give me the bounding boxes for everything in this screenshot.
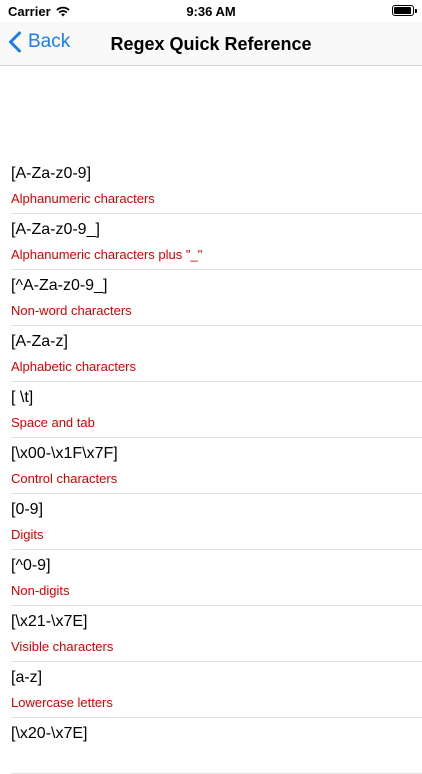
battery-icon <box>392 5 417 16</box>
regex-description: Alphanumeric characters <box>11 191 155 206</box>
regex-pattern: [0-9] <box>11 501 44 518</box>
regex-pattern: [a-z] <box>11 669 43 686</box>
list-item[interactable]: [0-9] Digits <box>0 494 422 550</box>
page-title: Regex Quick Reference <box>110 34 312 54</box>
navigation-bar: Back Regex Quick Reference <box>0 22 422 66</box>
regex-description: Digits <box>11 527 44 542</box>
list-item[interactable]: [a-z] Lowercase letters <box>0 662 422 718</box>
regex-pattern: [A-Za-z0-9] <box>11 165 92 182</box>
regex-pattern: [^0-9] <box>11 557 51 574</box>
regex-pattern: [\x20-\x7E] <box>11 725 88 742</box>
regex-description: Alphabetic characters <box>11 359 137 374</box>
regex-pattern: [\x00-\x1F\x7F] <box>11 445 118 462</box>
regex-description: Non-word characters <box>11 303 132 318</box>
regex-description: Lowercase letters <box>11 695 113 710</box>
list-item[interactable]: [ \t] Space and tab <box>0 382 422 438</box>
list-item[interactable]: [\x21-\x7E] Visible characters <box>0 606 422 662</box>
list-item[interactable]: [\x20-\x7E] <box>0 718 422 774</box>
regex-description: Alphanumeric characters plus "_" <box>11 247 203 262</box>
list-item[interactable]: [\x00-\x1F\x7F] Control characters <box>0 438 422 494</box>
status-bar: Carrier 9:36 AM <box>0 0 422 22</box>
list-item[interactable]: [A-Za-z0-9] Alphanumeric characters <box>0 158 422 214</box>
regex-description: Non-digits <box>11 583 70 598</box>
regex-description: Space and tab <box>11 415 95 430</box>
clock: 9:36 AM <box>186 4 236 19</box>
list-item[interactable]: [A-Za-z0-9_] Alphanumeric characters plus… <box>0 214 422 270</box>
list-item[interactable]: [^0-9] Non-digits <box>0 550 422 606</box>
regex-list: [A-Za-z0-9] Alphanumeric characters [A-Za-… <box>0 158 422 774</box>
regex-description: Visible characters <box>11 639 114 654</box>
list-item[interactable]: [^A-Za-z0-9_] Non-word characters <box>0 270 422 326</box>
regex-pattern: [ \t] <box>11 389 34 406</box>
regex-pattern: [\x21-\x7E] <box>11 613 88 630</box>
regex-pattern: [A-Za-z0-9_] <box>11 221 100 238</box>
regex-description: Control characters <box>11 471 118 486</box>
regex-pattern: [^A-Za-z0-9_] <box>11 277 108 294</box>
regex-pattern: [A-Za-z] <box>11 333 68 350</box>
list-item[interactable]: [A-Za-z] Alphabetic characters <box>0 326 422 382</box>
